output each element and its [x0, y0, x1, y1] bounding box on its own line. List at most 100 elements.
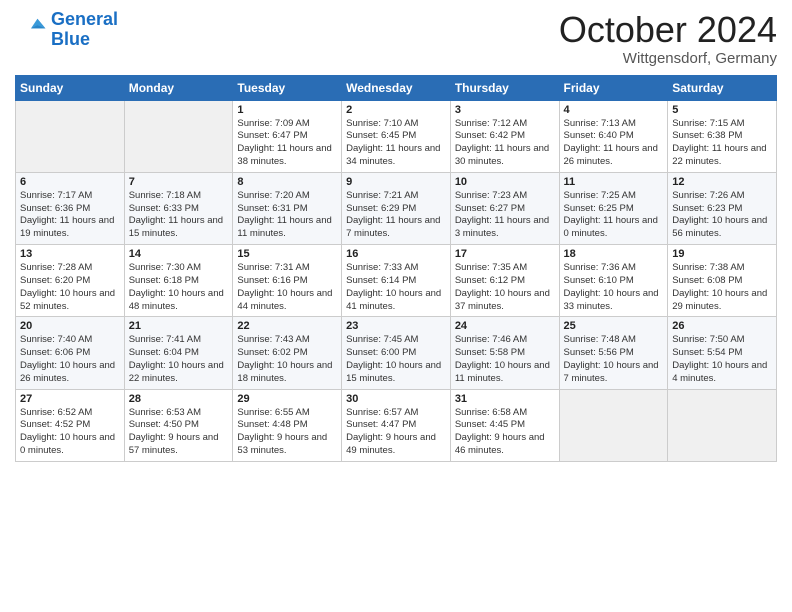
calendar-cell: 27 Sunrise: 6:52 AM Sunset: 4:52 PM Dayli… [16, 389, 125, 461]
col-wednesday: Wednesday [342, 75, 451, 100]
calendar-cell: 12 Sunrise: 7:26 AM Sunset: 6:23 PM Dayli… [668, 172, 777, 244]
day-number: 2 [346, 104, 446, 116]
day-info: Sunrise: 7:41 AM Sunset: 6:04 PM Dayligh… [129, 334, 229, 385]
header: General Blue October 2024 Wittgensdorf, … [15, 10, 777, 67]
day-info: Sunrise: 7:18 AM Sunset: 6:33 PM Dayligh… [129, 190, 229, 241]
day-number: 26 [672, 320, 772, 332]
day-number: 19 [672, 248, 772, 260]
calendar-cell: 16 Sunrise: 7:33 AM Sunset: 6:14 PM Dayli… [342, 245, 451, 317]
day-number: 28 [129, 393, 229, 405]
day-info: Sunrise: 7:46 AM Sunset: 5:58 PM Dayligh… [455, 334, 555, 385]
day-number: 24 [455, 320, 555, 332]
calendar-cell: 17 Sunrise: 7:35 AM Sunset: 6:12 PM Dayli… [450, 245, 559, 317]
day-info: Sunrise: 7:40 AM Sunset: 6:06 PM Dayligh… [20, 334, 120, 385]
day-number: 12 [672, 176, 772, 188]
day-number: 23 [346, 320, 446, 332]
location: Wittgensdorf, Germany [559, 50, 777, 67]
day-number: 13 [20, 248, 120, 260]
calendar-cell: 2 Sunrise: 7:10 AM Sunset: 6:45 PM Daylig… [342, 100, 451, 172]
day-number: 16 [346, 248, 446, 260]
calendar-cell [559, 389, 668, 461]
col-friday: Friday [559, 75, 668, 100]
day-info: Sunrise: 7:48 AM Sunset: 5:56 PM Dayligh… [564, 334, 664, 385]
calendar-cell: 22Sunrise: 7:43 AM Sunset: 6:02 PM Dayli… [233, 317, 342, 389]
logo-icon [15, 14, 47, 46]
calendar-cell: 28Sunrise: 6:53 AM Sunset: 4:50 PM Dayli… [124, 389, 233, 461]
day-info: Sunrise: 7:30 AM Sunset: 6:18 PM Dayligh… [129, 262, 229, 313]
day-info: Sunrise: 7:12 AM Sunset: 6:42 PM Dayligh… [455, 118, 555, 169]
day-number: 18 [564, 248, 664, 260]
calendar-cell: 26 Sunrise: 7:50 AM Sunset: 5:54 PM Dayli… [668, 317, 777, 389]
day-number: 14 [129, 248, 229, 260]
day-info: Sunrise: 6:52 AM Sunset: 4:52 PM Dayligh… [20, 407, 120, 458]
day-number: 25 [564, 320, 664, 332]
week-row-5: 27 Sunrise: 6:52 AM Sunset: 4:52 PM Dayli… [16, 389, 777, 461]
day-info: Sunrise: 7:50 AM Sunset: 5:54 PM Dayligh… [672, 334, 772, 385]
calendar-cell: 7 Sunrise: 7:18 AM Sunset: 6:33 PM Daylig… [124, 172, 233, 244]
day-number: 7 [129, 176, 229, 188]
calendar-cell: 13 Sunrise: 7:28 AM Sunset: 6:20 PM Dayli… [16, 245, 125, 317]
day-info: Sunrise: 7:10 AM Sunset: 6:45 PM Dayligh… [346, 118, 446, 169]
day-number: 8 [237, 176, 337, 188]
calendar-cell: 4 Sunrise: 7:13 AM Sunset: 6:40 PM Daylig… [559, 100, 668, 172]
calendar-cell: 25 Sunrise: 7:48 AM Sunset: 5:56 PM Dayli… [559, 317, 668, 389]
calendar-table: Sunday Monday Tuesday Wednesday Thursday… [15, 75, 777, 462]
day-number: 30 [346, 393, 446, 405]
day-number: 3 [455, 104, 555, 116]
day-info: Sunrise: 6:57 AM Sunset: 4:47 PM Dayligh… [346, 407, 446, 458]
calendar-cell: 19 Sunrise: 7:38 AM Sunset: 6:08 PM Dayli… [668, 245, 777, 317]
day-info: Sunrise: 7:31 AM Sunset: 6:16 PM Dayligh… [237, 262, 337, 313]
col-thursday: Thursday [450, 75, 559, 100]
day-info: Sunrise: 7:13 AM Sunset: 6:40 PM Dayligh… [564, 118, 664, 169]
day-number: 17 [455, 248, 555, 260]
title-block: October 2024 Wittgensdorf, Germany [559, 10, 777, 67]
header-row: Sunday Monday Tuesday Wednesday Thursday… [16, 75, 777, 100]
day-number: 20 [20, 320, 120, 332]
calendar-cell [668, 389, 777, 461]
calendar-cell: 29Sunrise: 6:55 AM Sunset: 4:48 PM Dayli… [233, 389, 342, 461]
calendar-cell [124, 100, 233, 172]
day-number: 11 [564, 176, 664, 188]
calendar-cell: 21 Sunrise: 7:41 AM Sunset: 6:04 PM Dayli… [124, 317, 233, 389]
week-row-1: 1 Sunrise: 7:09 AM Sunset: 6:47 PM Daylig… [16, 100, 777, 172]
day-info: Sunrise: 7:35 AM Sunset: 6:12 PM Dayligh… [455, 262, 555, 313]
day-number: 31 [455, 393, 555, 405]
day-number: 21 [129, 320, 229, 332]
month-title: October 2024 [559, 10, 777, 50]
calendar-cell: 1 Sunrise: 7:09 AM Sunset: 6:47 PM Daylig… [233, 100, 342, 172]
week-row-2: 6Sunrise: 7:17 AM Sunset: 6:36 PM Daylig… [16, 172, 777, 244]
week-row-3: 13 Sunrise: 7:28 AM Sunset: 6:20 PM Dayli… [16, 245, 777, 317]
day-number: 27 [20, 393, 120, 405]
day-info: Sunrise: 7:45 AM Sunset: 6:00 PM Dayligh… [346, 334, 446, 385]
day-info: Sunrise: 7:23 AM Sunset: 6:27 PM Dayligh… [455, 190, 555, 241]
day-number: 4 [564, 104, 664, 116]
day-info: Sunrise: 7:38 AM Sunset: 6:08 PM Dayligh… [672, 262, 772, 313]
day-number: 1 [237, 104, 337, 116]
calendar-cell: 20 Sunrise: 7:40 AM Sunset: 6:06 PM Dayli… [16, 317, 125, 389]
calendar-cell: 3 Sunrise: 7:12 AM Sunset: 6:42 PM Daylig… [450, 100, 559, 172]
logo: General Blue [15, 10, 118, 50]
day-number: 10 [455, 176, 555, 188]
calendar-cell: 9Sunrise: 7:21 AM Sunset: 6:29 PM Daylig… [342, 172, 451, 244]
day-number: 9 [346, 176, 446, 188]
col-monday: Monday [124, 75, 233, 100]
day-number: 5 [672, 104, 772, 116]
day-info: Sunrise: 7:36 AM Sunset: 6:10 PM Dayligh… [564, 262, 664, 313]
calendar-cell: 8Sunrise: 7:20 AM Sunset: 6:31 PM Daylig… [233, 172, 342, 244]
calendar-cell: 5 Sunrise: 7:15 AM Sunset: 6:38 PM Daylig… [668, 100, 777, 172]
day-info: Sunrise: 7:15 AM Sunset: 6:38 PM Dayligh… [672, 118, 772, 169]
day-info: Sunrise: 7:17 AM Sunset: 6:36 PM Dayligh… [20, 190, 120, 241]
logo-text: General Blue [51, 10, 118, 50]
calendar-cell: 18 Sunrise: 7:36 AM Sunset: 6:10 PM Dayli… [559, 245, 668, 317]
calendar-cell: 30 Sunrise: 6:57 AM Sunset: 4:47 PM Dayli… [342, 389, 451, 461]
day-info: Sunrise: 7:33 AM Sunset: 6:14 PM Dayligh… [346, 262, 446, 313]
day-info: Sunrise: 6:58 AM Sunset: 4:45 PM Dayligh… [455, 407, 555, 458]
page: General Blue October 2024 Wittgensdorf, … [0, 0, 792, 612]
day-info: Sunrise: 7:26 AM Sunset: 6:23 PM Dayligh… [672, 190, 772, 241]
calendar-cell: 24 Sunrise: 7:46 AM Sunset: 5:58 PM Dayli… [450, 317, 559, 389]
day-info: Sunrise: 7:28 AM Sunset: 6:20 PM Dayligh… [20, 262, 120, 313]
day-info: Sunrise: 7:09 AM Sunset: 6:47 PM Dayligh… [237, 118, 337, 169]
calendar-cell: 10 Sunrise: 7:23 AM Sunset: 6:27 PM Dayli… [450, 172, 559, 244]
day-info: Sunrise: 7:25 AM Sunset: 6:25 PM Dayligh… [564, 190, 664, 241]
day-number: 15 [237, 248, 337, 260]
